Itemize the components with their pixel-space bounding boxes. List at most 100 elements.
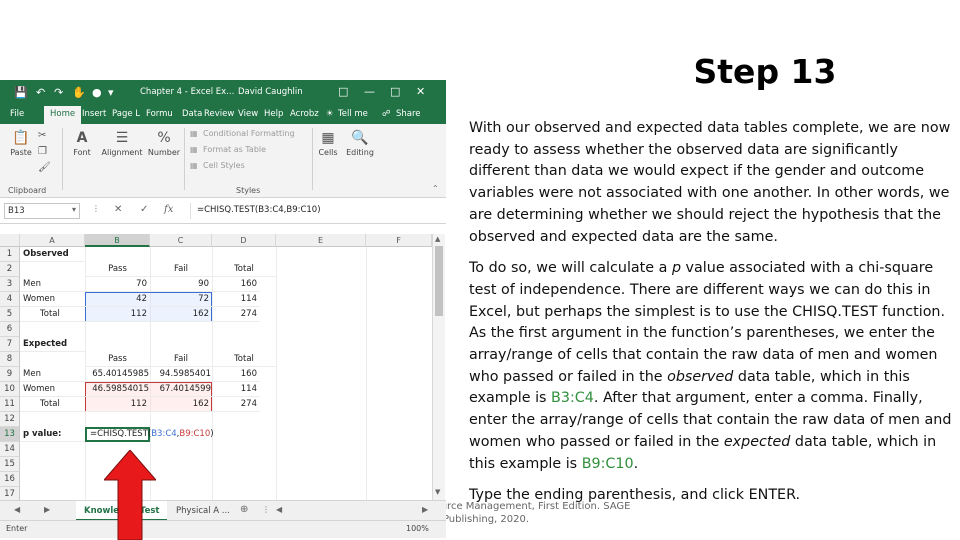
cancel-icon[interactable]: ✕ bbox=[114, 204, 122, 215]
row-header[interactable]: 16 bbox=[0, 472, 20, 487]
save-icon[interactable]: 💾 bbox=[14, 86, 28, 99]
ribbon-options-icon[interactable]: □ bbox=[338, 85, 348, 98]
cell-c9[interactable]: 94.5985401 bbox=[150, 367, 212, 382]
column-header[interactable]: C bbox=[150, 234, 212, 247]
cell-a11[interactable]: Total bbox=[20, 397, 85, 412]
previous-sheet-icon[interactable]: ◀ bbox=[14, 505, 20, 514]
close-icon[interactable]: ✕ bbox=[416, 85, 425, 98]
zoom-level[interactable]: 100% bbox=[406, 524, 429, 533]
maximize-icon[interactable]: □ bbox=[390, 85, 400, 98]
select-all[interactable] bbox=[0, 234, 20, 247]
row-header[interactable]: 9 bbox=[0, 367, 20, 382]
row-header[interactable]: 1 bbox=[0, 247, 20, 262]
name-box[interactable]: B13 ▾ bbox=[4, 203, 80, 219]
column-header[interactable]: D bbox=[212, 234, 276, 247]
cell-c4[interactable]: 72 bbox=[150, 292, 212, 307]
scroll-right-icon[interactable]: ▶ bbox=[422, 505, 428, 514]
add-sheet-icon[interactable]: ⊕ bbox=[240, 504, 248, 515]
cell-d11[interactable]: 274 bbox=[212, 397, 260, 412]
undo-icon[interactable]: ↶ bbox=[36, 86, 45, 99]
cell-d9[interactable]: 160 bbox=[212, 367, 260, 382]
cell-b2[interactable]: Pass bbox=[85, 262, 150, 277]
tab-view[interactable]: View bbox=[238, 109, 258, 119]
share-button[interactable]: Share bbox=[396, 109, 421, 119]
cell-b5[interactable]: 112 bbox=[85, 307, 150, 322]
cell-d3[interactable]: 160 bbox=[212, 277, 260, 292]
cell-c8[interactable]: Fail bbox=[150, 352, 212, 367]
format-as-table-button[interactable]: Format as Table bbox=[203, 145, 266, 154]
column-header[interactable]: E bbox=[276, 234, 366, 247]
row-header[interactable]: 14 bbox=[0, 442, 20, 457]
cell-a4[interactable]: Women bbox=[20, 292, 85, 307]
minimize-icon[interactable]: — bbox=[364, 85, 375, 98]
tab-data[interactable]: Data bbox=[182, 109, 202, 119]
tab-formulas[interactable]: Formu bbox=[146, 109, 173, 119]
number-button[interactable]: % Number bbox=[146, 130, 182, 157]
tell-me[interactable]: Tell me bbox=[338, 109, 368, 119]
row-header[interactable]: 13 bbox=[0, 427, 20, 442]
row-header[interactable]: 3 bbox=[0, 277, 20, 292]
cell-b13-editing[interactable]: =CHISQ.TEST(B3:C4,B9:C10) bbox=[85, 427, 214, 442]
person-icon[interactable]: ● bbox=[92, 86, 102, 99]
customize-icon[interactable]: ▾ bbox=[108, 86, 114, 99]
insert-function-icon[interactable]: fx bbox=[164, 204, 173, 215]
tab-home[interactable]: Home bbox=[44, 106, 82, 124]
conditional-formatting-button[interactable]: Conditional Formatting bbox=[203, 129, 295, 138]
font-button[interactable]: A Font bbox=[66, 130, 98, 157]
cell-a13[interactable]: p value: bbox=[20, 427, 85, 442]
cell-a7[interactable]: Expected bbox=[20, 337, 85, 352]
row-header[interactable]: 11 bbox=[0, 397, 20, 412]
scroll-left-icon[interactable]: ◀ bbox=[276, 505, 282, 514]
cell-c5[interactable]: 162 bbox=[150, 307, 212, 322]
cut-icon[interactable]: ✂ bbox=[38, 130, 46, 141]
user-name[interactable]: David Caughlin bbox=[238, 87, 303, 97]
cell-styles-button[interactable]: Cell Styles bbox=[203, 161, 245, 170]
cell-b10[interactable]: 46.59854015 bbox=[85, 382, 150, 397]
next-sheet-icon[interactable]: ▶ bbox=[44, 505, 50, 514]
tab-file[interactable]: File bbox=[10, 109, 24, 119]
scroll-down-icon[interactable]: ▼ bbox=[435, 488, 440, 496]
row-header[interactable]: 6 bbox=[0, 322, 20, 337]
collapse-ribbon-icon[interactable]: ⌃ bbox=[432, 184, 439, 193]
scroll-thumb[interactable] bbox=[435, 246, 443, 316]
cell-c3[interactable]: 90 bbox=[150, 277, 212, 292]
tab-review[interactable]: Review bbox=[204, 109, 234, 119]
sheet-tab-physical[interactable]: Physical A ... bbox=[168, 501, 238, 521]
copy-icon[interactable]: ❐ bbox=[38, 146, 47, 157]
cell-a9[interactable]: Men bbox=[20, 367, 85, 382]
cell-a10[interactable]: Women bbox=[20, 382, 85, 397]
row-header[interactable]: 15 bbox=[0, 457, 20, 472]
cell-b9[interactable]: 65.40145985 bbox=[85, 367, 150, 382]
cell-b8[interactable]: Pass bbox=[85, 352, 150, 367]
row-header[interactable]: 12 bbox=[0, 412, 20, 427]
row-header[interactable]: 7 bbox=[0, 337, 20, 352]
row-header[interactable]: 10 bbox=[0, 382, 20, 397]
row-header[interactable]: 2 bbox=[0, 262, 20, 277]
chevron-down-icon[interactable]: ▾ bbox=[72, 205, 76, 214]
tab-acrobat[interactable]: Acrobz bbox=[290, 109, 319, 119]
cell-b3[interactable]: 70 bbox=[85, 277, 150, 292]
row-header[interactable]: 5 bbox=[0, 307, 20, 322]
enter-icon[interactable]: ✓ bbox=[140, 204, 148, 215]
cell-a3[interactable]: Men bbox=[20, 277, 85, 292]
cell-c2[interactable]: Fail bbox=[150, 262, 212, 277]
cell-c11[interactable]: 162 bbox=[150, 397, 212, 412]
formula-input[interactable]: =CHISQ.TEST(B3:C4,B9:C10) bbox=[190, 203, 430, 219]
scroll-up-icon[interactable]: ▲ bbox=[435, 235, 440, 243]
cell-d2[interactable]: Total bbox=[212, 262, 276, 277]
touch-mode-icon[interactable]: ✋ bbox=[72, 86, 86, 99]
format-painter-icon[interactable]: 🖌 bbox=[38, 162, 51, 173]
tab-insert[interactable]: Insert bbox=[82, 109, 106, 119]
cell-d10[interactable]: 114 bbox=[212, 382, 260, 397]
cells-button[interactable]: ▦ Cells bbox=[314, 130, 342, 157]
cell-c10[interactable]: 67.4014599 bbox=[150, 382, 212, 397]
alignment-button[interactable]: ☰ Alignment bbox=[98, 130, 146, 157]
cell-d5[interactable]: 274 bbox=[212, 307, 260, 322]
cell-a5[interactable]: Total bbox=[20, 307, 85, 322]
cell-d4[interactable]: 114 bbox=[212, 292, 260, 307]
row-header[interactable]: 8 bbox=[0, 352, 20, 367]
tab-help[interactable]: Help bbox=[264, 109, 283, 119]
cell-b11[interactable]: 112 bbox=[85, 397, 150, 412]
column-header[interactable]: B bbox=[85, 234, 150, 247]
cell-b4[interactable]: 42 bbox=[85, 292, 150, 307]
